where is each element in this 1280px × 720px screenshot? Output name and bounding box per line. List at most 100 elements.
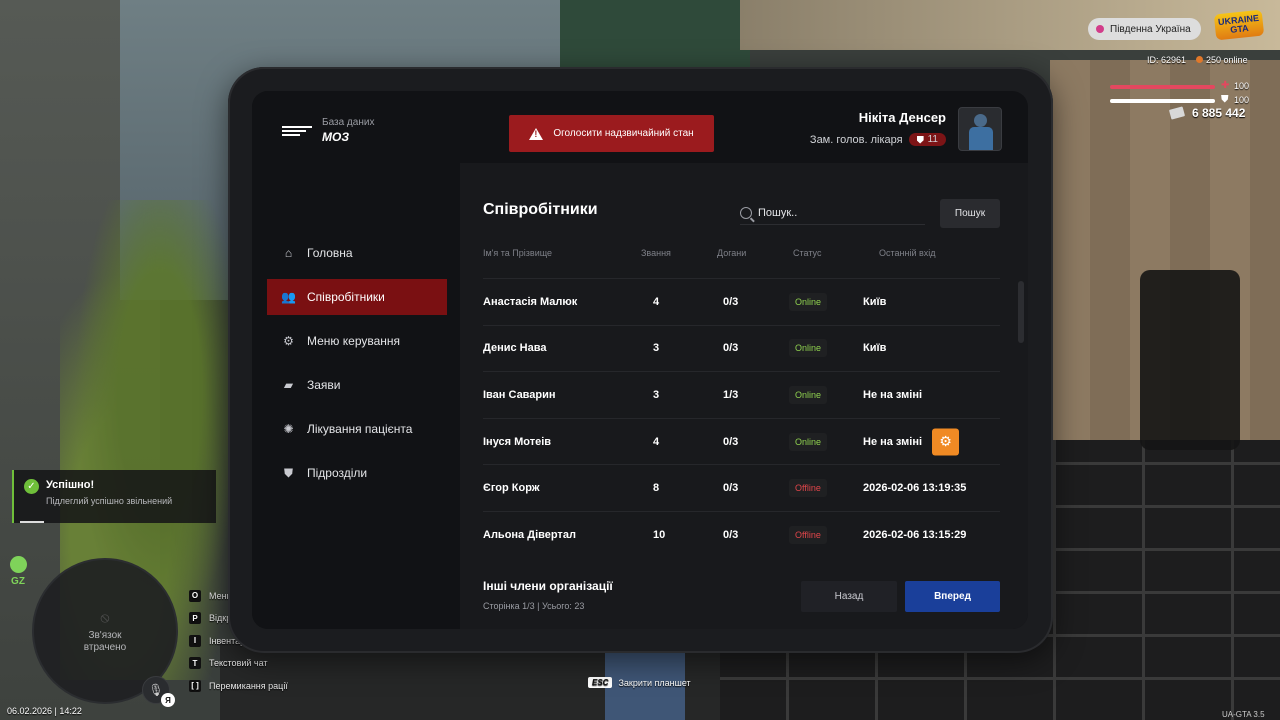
column-header-rank: Звання [641,248,671,258]
zone-indicator: GZ [8,556,28,587]
health-value: 100 [1234,81,1250,91]
table-row[interactable]: Денис Нава 3 0/3 Online Київ [483,324,1000,372]
employee-name: Денис Нава [483,342,547,355]
users-icon: 👥 [281,290,296,304]
health-icon: ✚ [1221,80,1230,91]
online-count: 250 online [1196,55,1248,65]
warning-icon [529,127,544,140]
employee-reprimands: 0/3 [723,482,739,495]
column-header-name: Ім'я та Прізвище [483,248,553,258]
sidebar-item-label: Меню керування [307,334,401,348]
sidebar: База даних МОЗ ⌂ Головна 👥 Співробітники… [252,91,460,629]
emergency-button[interactable]: Оголосити надзвичайний стан [509,115,714,152]
emergency-label: Оголосити надзвичайний стан [553,128,694,139]
rank-badge: 11 [908,133,946,146]
employee-reprimands: 0/3 [723,528,739,541]
key-cap: O [189,589,201,602]
other-members-title: Інші члени організації [483,579,613,593]
column-header-status: Статус [793,248,822,258]
shield-icon [9,556,27,573]
status-badge: Online [789,339,828,358]
money-display: 6 885 442 [1168,106,1246,120]
employee-last-login: Не на зміні [863,435,923,448]
employee-name: Єгор Корж [483,482,540,495]
employee-reprimands: 0/3 [723,342,739,355]
sidebar-item-divisions[interactable]: ⛊ Підрозділи [267,455,447,491]
table-row[interactable]: Інуся Мотеів 4 0/3 Online Не на зміні ⚙ [483,417,1000,465]
close-tablet-label: Закрити планшет [618,677,691,688]
employee-reprimands: 0/3 [723,295,739,308]
chair [1140,270,1240,450]
table-row[interactable]: Іван Саварин 3 1/3 Online Не на зміні [483,371,1000,418]
armor-bar [1110,99,1215,103]
esc-key: ESC [588,677,613,688]
user-profile: Нікіта Денсер Зам. голов. лікаря 11 [810,107,1002,151]
status-badge: Offline [789,525,827,544]
cash-icon [1168,106,1186,120]
avatar [958,107,1002,151]
armor-value: 100 [1234,95,1250,105]
employee-last-login: Київ [863,342,887,355]
virus-icon: ✺ [283,422,294,436]
notification-text: Підлеглий успішно звільнений [46,496,173,506]
minimap-status: Зв'язок втрачено [83,629,127,653]
employee-last-login: Не на зміні [863,388,923,401]
datetime: 06.02.2026 | 14:22 [7,706,82,716]
page-title: Співробітники [483,201,598,218]
money-amount: 6 885 442 [1192,106,1246,120]
user-role: Зам. голов. лікаря [809,133,903,146]
sidebar-nav: ⌂ Головна 👥 Співробітники ⚙ Меню керуван… [267,235,447,499]
manage-employee-button[interactable]: ⚙ [932,428,959,456]
key-cap: I [189,634,201,647]
version-label: UA-GTA 3.5 [1222,710,1265,719]
user-name: Нікіта Денсер [858,110,946,125]
check-icon: ✓ [24,479,39,494]
key-cap: P [189,612,201,624]
game-logo: UKRAINE GTA [1213,9,1265,41]
status-badge: Online [789,432,828,451]
next-button[interactable]: Вперед [905,581,1000,612]
status-badge: Online [789,385,828,404]
sidebar-item-home[interactable]: ⌂ Головна [267,235,447,271]
employee-last-login: Київ [863,295,887,308]
keybind-label: Текстовий чат [209,658,268,668]
sidebar-item-label: Заяви [307,378,341,392]
logo-title: МОЗ [322,130,350,144]
sidebar-item-treatment[interactable]: ✺ Лікування пацієнта [267,411,447,447]
armor-icon: ⛊ [1221,94,1229,105]
user-info: Нікіта Денсер Зам. голов. лікаря 11 [810,107,946,146]
employee-last-login: 2026-02-06 13:19:35 [863,482,967,495]
search-box [740,201,925,225]
employee-rank: 8 [653,482,660,495]
employee-rank: 3 [653,342,660,355]
server-badge: Південна Україна [1088,18,1201,40]
search-button[interactable]: Пошук [940,199,1000,228]
employee-reprimands: 0/3 [723,435,739,448]
scrollbar[interactable] [1018,281,1024,343]
close-tablet-hint: ESC Закрити планшет [588,677,691,688]
player-info: ID: 62961 250 online [1147,55,1248,65]
search-input[interactable] [758,206,918,219]
online-label: 250 online [1206,55,1248,65]
table-row[interactable]: Альона Дівертал 10 0/3 Offline 2026-02-0… [483,510,1000,558]
sidebar-item-control-menu[interactable]: ⚙ Меню керування [267,323,447,359]
table-row[interactable]: Анастасія Малюк 4 0/3 Online Київ [483,278,1000,325]
key-cap: [ ] [189,679,201,692]
sidebar-item-label: Підрозділи [307,466,368,480]
employee-rank: 4 [653,295,660,308]
employee-table: Анастасія Малюк 4 0/3 Online Київ Денис … [483,278,1000,558]
folder-icon: ▰ [283,378,294,392]
back-button[interactable]: Назад [801,581,897,612]
gear-icon: ⚙ [939,433,952,450]
gear-icon: ⚙ [283,334,294,348]
table-row[interactable]: Єгор Корж 8 0/3 Offline 2026-02-06 13:19… [483,464,1000,511]
ministry-logo: База даних МОЗ [282,117,374,144]
employee-name: Інуся Мотеів [483,435,552,448]
sidebar-item-employees[interactable]: 👥 Співробітники [267,279,447,315]
sidebar-item-applications[interactable]: ▰ Заяви [267,367,447,403]
online-icon [1196,56,1204,63]
shield-icon: ⛊ [283,465,293,480]
key-cap: T [189,657,201,669]
column-header-reprimands: Догани [717,248,747,258]
logo-subtitle: База даних [322,117,375,128]
